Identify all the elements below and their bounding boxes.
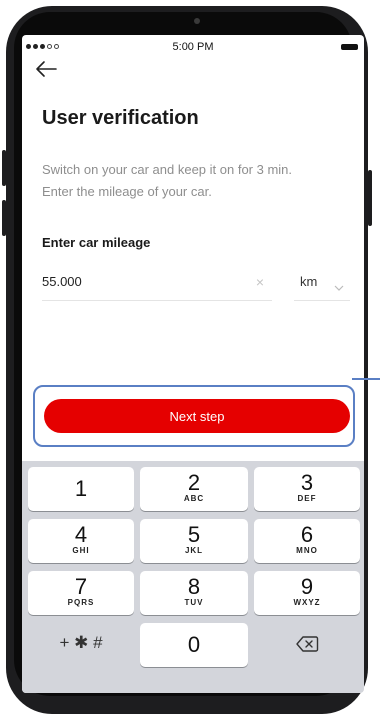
key-number: 3 bbox=[300, 470, 314, 495]
key-letters: TUV bbox=[184, 598, 204, 607]
key-letters: ABC bbox=[183, 494, 205, 503]
phone-side-button bbox=[2, 150, 6, 186]
clear-icon[interactable]: × bbox=[256, 274, 264, 290]
key-letters: JKL bbox=[184, 546, 204, 555]
key-1[interactable]: 1 bbox=[28, 467, 134, 511]
key-symbols[interactable]: + ✱ # bbox=[28, 623, 134, 667]
status-bar: 5:00 PM bbox=[22, 35, 364, 59]
key-number: 6 bbox=[300, 522, 314, 547]
callout-line bbox=[352, 378, 380, 380]
key-number: 1 bbox=[74, 476, 88, 501]
key-9[interactable]: 9 WXYZ bbox=[254, 571, 360, 615]
mileage-value: 55.000 bbox=[42, 274, 82, 289]
key-3[interactable]: 3 DEF bbox=[254, 467, 360, 511]
key-number: 7 bbox=[74, 574, 88, 599]
key-number: 5 bbox=[187, 522, 201, 547]
key-letters: MNO bbox=[296, 546, 318, 555]
page-title: User verification bbox=[42, 107, 199, 129]
next-step-button[interactable]: Next step bbox=[44, 399, 350, 433]
key-0[interactable]: 0 bbox=[140, 623, 248, 667]
instructions-line: Enter the mileage of your car. bbox=[42, 184, 212, 199]
back-arrow-icon[interactable] bbox=[34, 59, 60, 79]
instructions-text: Switch on your car and keep it on for 3 … bbox=[42, 159, 352, 203]
key-symbols-label: + ✱ # bbox=[59, 633, 103, 652]
chevron-down-icon bbox=[334, 278, 344, 291]
key-number: 9 bbox=[300, 574, 314, 599]
phone-side-button bbox=[2, 200, 6, 236]
key-letters: WXYZ bbox=[293, 598, 321, 607]
key-number: 4 bbox=[74, 522, 88, 547]
key-number: 0 bbox=[187, 632, 201, 657]
mileage-input[interactable]: 55.000 × bbox=[42, 268, 272, 301]
key-backspace[interactable] bbox=[254, 623, 360, 667]
key-number: 2 bbox=[187, 470, 201, 495]
key-2[interactable]: 2 ABC bbox=[140, 467, 248, 511]
status-time: 5:00 PM bbox=[172, 41, 214, 53]
instructions-line: Switch on your car and keep it on for 3 … bbox=[42, 162, 293, 177]
battery-icon bbox=[341, 44, 358, 50]
unit-select[interactable]: km bbox=[294, 268, 350, 301]
camera-icon bbox=[194, 18, 200, 24]
key-8[interactable]: 8 TUV bbox=[140, 571, 248, 615]
app-screen: 5:00 PM User verification Switch on your… bbox=[22, 35, 364, 693]
key-letters: PQRS bbox=[67, 598, 95, 607]
key-letters: GHI bbox=[72, 546, 90, 555]
numeric-keypad: 1 2 ABC 3 DEF 4 GHI 5 JKL 6 MNO 7 PQRS 8… bbox=[22, 461, 364, 693]
key-letters: DEF bbox=[297, 494, 317, 503]
phone-side-button bbox=[368, 170, 372, 226]
key-number: 8 bbox=[187, 574, 201, 599]
key-5[interactable]: 5 JKL bbox=[140, 519, 248, 563]
mileage-field-label: Enter car mileage bbox=[42, 235, 151, 250]
backspace-icon bbox=[254, 623, 360, 658]
key-7[interactable]: 7 PQRS bbox=[28, 571, 134, 615]
key-6[interactable]: 6 MNO bbox=[254, 519, 360, 563]
key-4[interactable]: 4 GHI bbox=[28, 519, 134, 563]
unit-selected-value: km bbox=[300, 274, 318, 289]
